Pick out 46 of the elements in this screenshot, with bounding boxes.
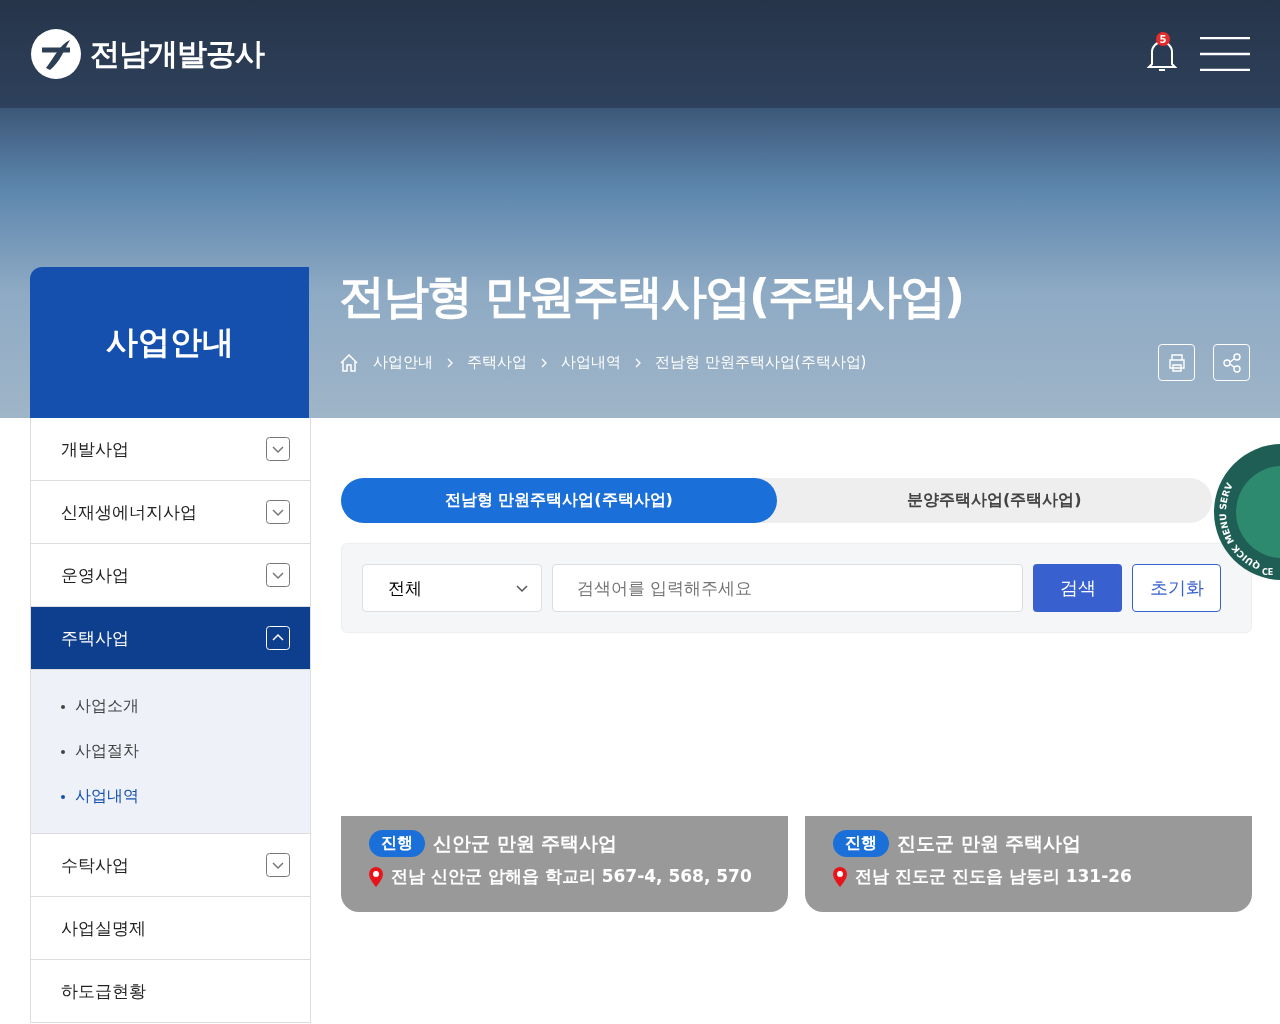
sidebar-item[interactable]: 사업실명제 — [31, 897, 310, 960]
submenu-item[interactable]: 사업절차 — [61, 729, 280, 774]
chevron-down-icon[interactable] — [266, 563, 290, 587]
home-icon[interactable] — [339, 352, 359, 373]
submenu-item[interactable]: 사업내역 — [61, 774, 280, 819]
project-address: 전남 신안군 압해읍 학교리 567-4, 568, 570 — [391, 865, 752, 888]
status-badge: 진행 — [833, 830, 889, 857]
category-dropdown[interactable]: 전체 — [362, 564, 542, 612]
reset-button[interactable]: 초기화 — [1132, 564, 1221, 612]
print-button[interactable] — [1158, 344, 1195, 381]
logo-text[interactable]: 전남개발공사 — [90, 33, 264, 75]
chevron-down-icon[interactable] — [266, 500, 290, 524]
project-title: 신안군 만원 주택사업 — [433, 830, 618, 856]
chevron-down-icon[interactable] — [266, 853, 290, 877]
menu-icon[interactable] — [1200, 37, 1250, 71]
chevron-up-icon[interactable] — [266, 626, 290, 650]
page-title: 전남형 만원주택사업(주택사업) — [339, 268, 965, 325]
submenu-item[interactable]: 사업소개 — [61, 684, 280, 729]
bullet-icon — [61, 749, 65, 754]
project-title: 진도군 만원 주택사업 — [897, 830, 1082, 856]
sidebar-item[interactable]: 신재생에너지사업 — [31, 481, 310, 544]
sidebar-item[interactable]: 하도급현황 — [31, 960, 310, 1023]
chevron-right-icon — [541, 357, 547, 368]
chevron-down-icon[interactable] — [266, 437, 290, 461]
tab[interactable]: 전남형 만원주택사업(주택사업) — [341, 478, 777, 523]
project-card[interactable]: 진행 신안군 만원 주택사업 전남 신안군 압해읍 학교리 567-4, 568, 570 — [341, 816, 788, 912]
sidebar-item[interactable]: 개발사업 — [31, 418, 310, 481]
share-button[interactable] — [1213, 344, 1250, 381]
status-badge: 진행 — [369, 830, 425, 857]
sidebar-title: 사업안내 — [30, 267, 309, 418]
tab[interactable]: 분양주택사업(주택사업) — [776, 478, 1212, 523]
chevron-right-icon — [447, 357, 453, 368]
bullet-icon — [61, 704, 65, 709]
project-card[interactable]: 진행 진도군 만원 주택사업 전남 진도군 진도읍 남동리 131-26 — [805, 816, 1252, 912]
share-icon — [1220, 351, 1243, 374]
project-address: 전남 진도군 진도읍 남동리 131-26 — [855, 865, 1132, 888]
chevron-right-icon — [635, 357, 641, 368]
search-button[interactable]: 검색 — [1033, 564, 1122, 612]
location-pin-icon — [833, 866, 847, 887]
logo-icon[interactable] — [30, 28, 82, 80]
bullet-icon — [61, 794, 65, 799]
sidebar-item[interactable]: 주택사업 — [31, 607, 310, 670]
search-field[interactable]: 검색어를 입력해주세요 — [552, 564, 1023, 612]
notification-badge: 5 — [1156, 32, 1170, 46]
location-pin-icon — [369, 866, 383, 887]
sidebar-item[interactable]: 수탁사업 — [31, 834, 310, 897]
